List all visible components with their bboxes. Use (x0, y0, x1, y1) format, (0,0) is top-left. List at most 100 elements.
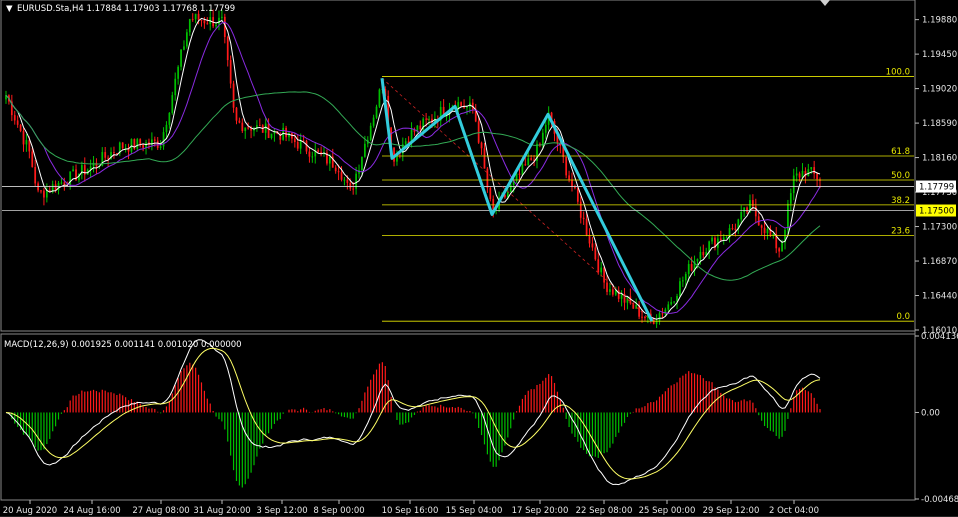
candle-body (203, 20, 206, 24)
time-tick-label: 3 Sep 12:00 (256, 506, 307, 516)
candle-body (19, 124, 22, 132)
candle-body (352, 188, 355, 190)
candle-body (530, 158, 533, 160)
candle-body (22, 131, 25, 145)
macd-tick-label: 0.004136 (921, 332, 958, 342)
candle-body (766, 228, 769, 234)
candle-body (527, 158, 530, 166)
candle-body (346, 179, 349, 183)
candle-body (136, 139, 139, 149)
candle-body (349, 182, 352, 189)
candle-body (795, 173, 798, 176)
candle-body (576, 188, 579, 202)
candle-body (798, 173, 801, 178)
candle-body (238, 120, 241, 123)
candle-body (113, 152, 115, 154)
candle-body (603, 267, 605, 283)
candle-body (544, 124, 547, 133)
candle-body (130, 139, 133, 152)
candle-body (235, 107, 238, 121)
candle-body (121, 142, 124, 149)
candle-body (285, 127, 287, 138)
candle-body (594, 247, 597, 260)
symbol-header-arrow-icon[interactable]: ▼ (6, 4, 13, 14)
fibonacci-level-label: 0.0 (896, 312, 910, 322)
candle-body (37, 183, 39, 191)
candle-body (801, 171, 804, 178)
candle-body (226, 37, 229, 61)
price-tick-label: 1.16440 (922, 292, 957, 302)
candle-body (670, 302, 673, 305)
candle-body (43, 190, 45, 198)
candle-body (568, 175, 570, 180)
price-tick-label: 1.19450 (922, 50, 957, 60)
candle-body (574, 186, 576, 189)
candle-body (690, 264, 693, 271)
time-tick-label: 20 Aug 2020 (3, 506, 57, 516)
candle-body (734, 228, 737, 230)
candle-body (191, 18, 194, 20)
candle-body (419, 125, 422, 130)
candle-body (565, 156, 568, 176)
candle-body (267, 123, 270, 139)
candle-body (658, 313, 661, 321)
candle-body (206, 23, 209, 25)
time-tick-label: 22 Sep 08:00 (576, 506, 633, 516)
candle-body (813, 167, 816, 174)
candle-body (486, 168, 489, 188)
candle-body (95, 162, 98, 167)
candle-body (174, 78, 177, 96)
candle-body (232, 83, 235, 108)
candle-body (361, 156, 363, 171)
candle-body (521, 164, 524, 175)
candle-body (369, 125, 372, 140)
candle-body (524, 164, 527, 166)
candle-body (328, 156, 331, 164)
candle-body (466, 106, 468, 108)
candle-body (171, 95, 174, 113)
candle-body (746, 207, 748, 212)
candle-body (588, 235, 591, 244)
candle-body (699, 251, 702, 259)
symbol-header: EURUSD.Sta,H4 1.17884 1.17903 1.17768 1.… (17, 4, 235, 14)
time-tick-label: 31 Aug 20:00 (193, 506, 250, 516)
candle-body (28, 140, 31, 152)
candle-body (293, 138, 296, 142)
fibonacci-level-label: 61.8 (891, 147, 910, 157)
candle-body (180, 49, 182, 67)
time-tick-label: 25 Sep 00:00 (639, 506, 696, 516)
candle-body (679, 281, 681, 297)
candle-body (34, 166, 37, 184)
candle-body (673, 301, 675, 303)
candle-body (509, 184, 512, 193)
price-tick-label: 1.16870 (922, 257, 957, 267)
fibonacci-level-label: 38.2 (891, 196, 910, 206)
candle-body (807, 169, 810, 176)
candle-body (375, 106, 378, 118)
candle-body (221, 16, 223, 18)
candle-body (591, 243, 594, 248)
candle-body (763, 227, 766, 234)
candle-body (186, 32, 188, 47)
candle-body (606, 282, 608, 292)
chart-window[interactable]: 100.0 61.8 50.0 38.2 23.6 0.0 ▼ EURUSD.Sta,H4… (0, 0, 958, 517)
candle-body (145, 142, 147, 148)
price-tick-label: 1.17300 (922, 223, 957, 233)
macd-header: MACD(12,26,9) 0.001925 0.001141 0.001020… (4, 340, 242, 350)
candle-body (296, 141, 299, 149)
candle-body (229, 60, 232, 84)
candle-body (810, 167, 813, 170)
time-tick-label: 15 Sep 04:00 (446, 506, 503, 516)
candle-body (83, 165, 86, 175)
current-price-label: 1.17799 (919, 183, 954, 193)
candle-body (40, 190, 42, 192)
fibonacci-level-label: 50.0 (891, 171, 910, 181)
time-tick-label: 29 Sep 12:00 (703, 506, 760, 516)
candle-body (54, 184, 57, 191)
candle-body (16, 120, 19, 125)
price-tick-label: 1.19880 (922, 16, 957, 26)
candle-body (740, 212, 743, 220)
macd-tick-label: -0.004681 (921, 495, 958, 505)
candle-body (518, 173, 521, 175)
candle-body (787, 203, 789, 230)
